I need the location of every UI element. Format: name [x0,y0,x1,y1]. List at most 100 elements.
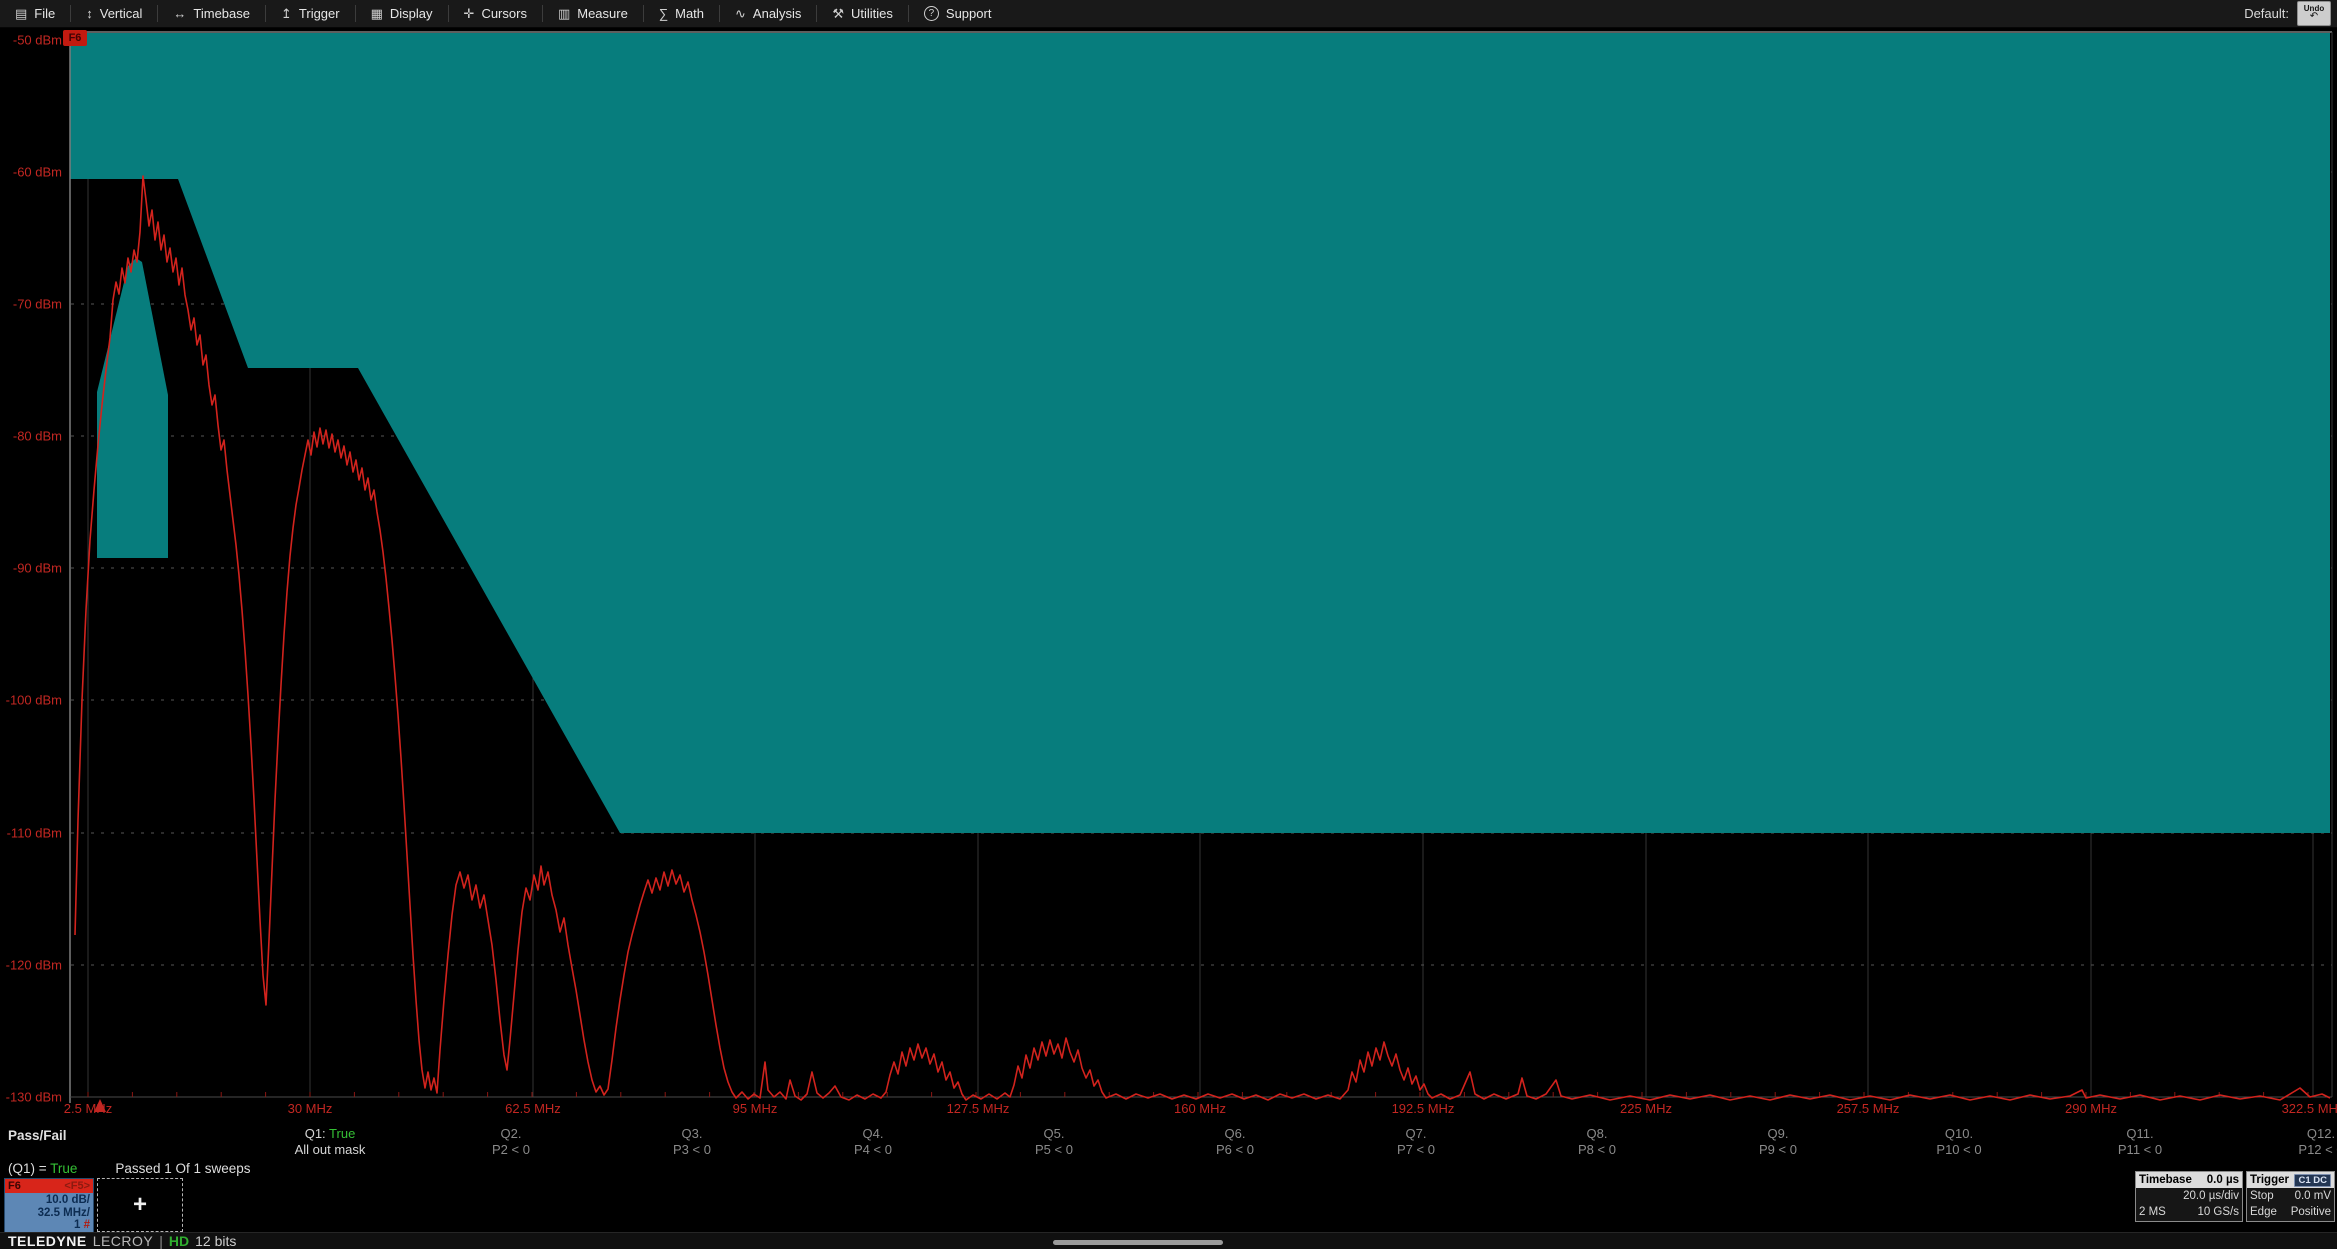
menu-item-trigger[interactable]: ↥ Trigger [266,0,355,27]
trigger-header: Trigger C1 DC [2247,1172,2334,1188]
timebase-scale-row: 20.0 µs/div [2136,1188,2242,1204]
qtest-result-2: Q2.P2 < 0 [436,1126,586,1158]
qtest-detail: P6 < 0 [1160,1142,1310,1158]
menu-bar: ▤File↕Vertical↔Timebase ↥ Trigger ▦ Display ✛… [0,0,2337,28]
plus-icon: + [133,1191,147,1219]
qtest-result-5: Q5.P5 < 0 [979,1126,1129,1158]
x-axis-label: 127.5 MHz [947,1101,1010,1116]
taskbar-scroll-handle[interactable] [1053,1240,1223,1245]
menu-item-measure[interactable]: ▥ Measure [543,0,643,27]
x-axis-label: 192.5 MHz [1392,1101,1455,1116]
trigger-slope: Positive [2291,1206,2331,1218]
support-icon: ? [924,6,939,21]
qtest-detail: P7 < 0 [1341,1142,1491,1158]
qtest-detail: P2 < 0 [436,1142,586,1158]
add-trace-button[interactable]: + [97,1178,183,1232]
qtest-detail: P10 < 0 [1884,1142,2034,1158]
passfail-title: Pass/Fail [8,1128,67,1143]
timebase-per-div: 20.0 µs/div [2183,1190,2239,1202]
menu-item-file[interactable]: ▤File [0,0,70,27]
menu-item-label: Measure [577,6,628,21]
qtest-result-4: Q4.P4 < 0 [798,1126,948,1158]
descriptor-channel: F6 [8,1181,21,1192]
spectrum-plot[interactable] [0,0,2337,1248]
trace-f6-badge[interactable]: F6 [63,30,87,46]
brand-logo: TELEDYNE LECROY | HD 12 bits [0,1233,236,1249]
qtest-name: Q6. [1225,1126,1246,1141]
menu-item-analysis[interactable]: ∿Analysis [720,0,816,27]
qtest-name: Q9. [1768,1126,1789,1141]
qtest-name: Q4. [863,1126,884,1141]
menu-item-display[interactable]: ▦ Display [356,0,448,27]
menu-item-label: Display [390,6,433,21]
qtest-name: Q2. [501,1126,522,1141]
x-axis-label: 160 MHz [1174,1101,1226,1116]
x-axis-label: 225 MHz [1620,1101,1672,1116]
summary-stats: Passed 1 Of 1 sweeps [115,1161,250,1176]
undo-button[interactable]: Undo ↶ [2297,1,2331,26]
menu-item-label: Math [675,6,704,21]
y-axis-label: -60 dBm [2,165,62,180]
trace-descriptor-f6[interactable]: F6 <F5> 10.0 dB/ 32.5 MHz/ 1 # [4,1178,94,1232]
qtest-name: Q5. [1044,1126,1065,1141]
menu-item-label: Cursors [481,6,527,21]
y-axis-label: -130 dBm [2,1090,62,1105]
x-axis-label: 62.5 MHz [505,1101,561,1116]
vertical-icon: ↕ [86,7,93,20]
qtest-result-3: Q3.P3 < 0 [617,1126,767,1158]
undo-arrow-icon: ↶ [2310,12,2318,22]
y-axis-label: -120 dBm [2,958,62,973]
descriptor-header: F6 <F5> [5,1179,93,1193]
qtest-result-12: Q12.P12 < 0 [2246,1126,2337,1158]
menu-item-label: Support [946,6,992,21]
display-icon: ▦ [371,7,383,20]
trigger-summary-box[interactable]: Trigger C1 DC Stop 0.0 mV Edge Positive [2246,1171,2335,1222]
summary-label: (Q1) = [8,1161,50,1176]
measure-icon: ▥ [558,7,570,20]
brand-teledyne: TELEDYNE [8,1233,87,1249]
y-axis-label: -50 dBm [2,33,62,48]
menu-item-timebase[interactable]: ↔Timebase [158,0,265,27]
y-axis-label: -70 dBm [2,297,62,312]
timebase-rate: 10 GS/s [2197,1206,2239,1218]
qtest-result-6: Q6.P6 < 0 [1160,1126,1310,1158]
menu-item-label: Trigger [299,6,340,21]
menu-item-utilities[interactable]: ⚒Utilities [817,0,908,27]
timebase-offset: 0.0 µs [2207,1174,2239,1186]
menu-item-label: Analysis [753,6,801,21]
qtest-result-11: Q11.P11 < 0 [2065,1126,2215,1158]
menu-item-vertical[interactable]: ↕Vertical [71,0,157,27]
oscilloscope-screen: F6 -50 dBm-60 dBm-70 dBm-80 dBm-90 dBm-1… [0,0,2337,1248]
qtest-result-9: Q9.P9 < 0 [1703,1126,1853,1158]
passfail-summary: (Q1) = TruePassed 1 Of 1 sweeps [8,1161,251,1176]
trigger-title: Trigger [2250,1174,2289,1186]
qtest-detail: P11 < 0 [2065,1142,2215,1158]
descriptor-span: 32.5 MHz/ [5,1207,90,1220]
qtest-detail: P9 < 0 [1703,1142,1853,1158]
qtest-detail: P5 < 0 [979,1142,1129,1158]
timebase-icon: ↔ [173,7,186,20]
bit-depth-label: 12 bits [195,1233,236,1249]
menu-item-cursors[interactable]: ✛ Cursors [449,0,542,27]
y-axis-label: -80 dBm [2,429,62,444]
y-axis-label: -110 dBm [2,826,62,841]
hd-mode-badge: HD [169,1233,189,1249]
cursors-icon: ✛ [464,7,475,20]
descriptor-body: 10.0 dB/ 32.5 MHz/ 1 # [5,1193,93,1232]
qtest-result-7: Q7.P7 < 0 [1341,1126,1491,1158]
qtest-detail: P3 < 0 [617,1142,767,1158]
menu-item-support[interactable]: ? Support [909,0,1007,27]
y-axis-label: -100 dBm [2,693,62,708]
menu-item-math[interactable]: ∑Math [644,0,719,27]
timebase-samples: 2 MS [2139,1206,2166,1218]
menu-item-label: Utilities [851,6,893,21]
timebase-summary-box[interactable]: Timebase 0.0 µs 20.0 µs/div 2 MS 10 GS/s [2135,1171,2243,1222]
descriptor-scale: 10.0 dB/ [5,1194,90,1207]
trigger-mode-row: Stop 0.0 mV [2247,1188,2334,1204]
qtest-result-8: Q8.P8 < 0 [1522,1126,1672,1158]
trigger-icon: ↥ [281,7,292,20]
qtest-name: Q1: [305,1126,329,1141]
x-axis-label: 290 MHz [2065,1101,2117,1116]
qtest-name: Q10. [1945,1126,1973,1141]
x-axis-label: 95 MHz [733,1101,778,1116]
